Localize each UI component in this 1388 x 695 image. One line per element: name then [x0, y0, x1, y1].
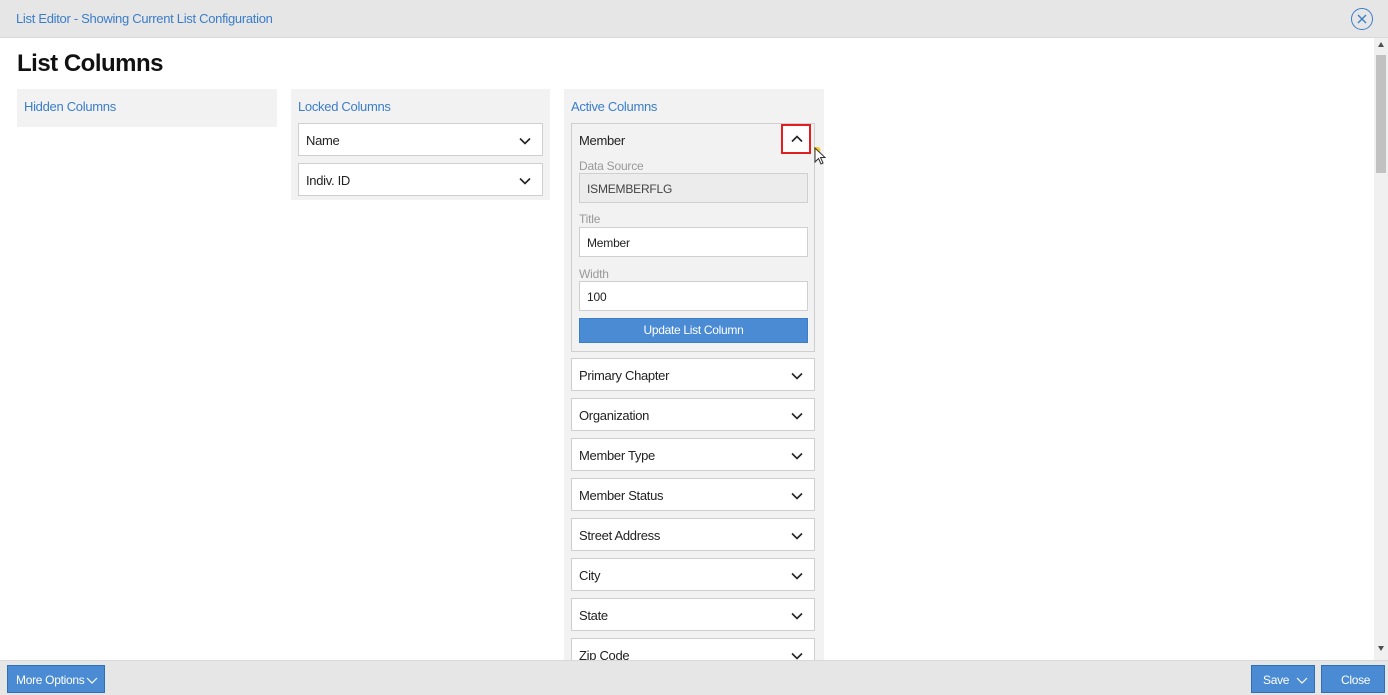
chevron-down-icon[interactable] [518, 134, 532, 148]
scroll-down-arrow-icon[interactable] [1378, 646, 1384, 651]
active-column-item[interactable]: Member Type [571, 438, 815, 471]
column-label: State [579, 608, 608, 623]
data-source-field: ISMEMBERFLG [579, 173, 808, 203]
expanded-column-label: Member [579, 133, 625, 148]
width-input[interactable]: 100 [579, 281, 808, 311]
page-title: List Columns [17, 50, 164, 77]
hidden-columns-title: Hidden Columns [24, 99, 116, 114]
more-options-button[interactable]: More Options [7, 665, 105, 693]
active-column-item[interactable]: State [571, 598, 815, 631]
close-label: Close [1341, 673, 1371, 687]
data-source-label: Data Source [579, 159, 644, 173]
locked-columns-title: Locked Columns [298, 99, 391, 114]
column-label: Street Address [579, 528, 661, 543]
width-label: Width [579, 267, 609, 281]
scrollbar-thumb[interactable] [1376, 55, 1386, 173]
active-column-item[interactable]: Member Status [571, 478, 815, 511]
mouse-pointer-icon [814, 147, 827, 165]
title-input[interactable]: Member [579, 227, 808, 257]
column-label: Organization [579, 408, 650, 423]
collapse-column-button[interactable] [781, 124, 811, 154]
active-column-item[interactable]: City [571, 558, 815, 591]
chevron-down-icon[interactable] [790, 649, 804, 660]
save-button[interactable]: Save [1251, 665, 1315, 693]
locked-columns-panel: Locked Columns Name Indiv. ID [291, 89, 550, 200]
chevron-down-icon[interactable] [790, 449, 804, 463]
column-label: Primary Chapter [579, 368, 670, 383]
column-label: Member Type [579, 448, 655, 463]
scroll-up-arrow-icon[interactable] [1378, 42, 1384, 47]
column-label: Indiv. ID [306, 173, 351, 188]
chevron-down-icon [1296, 677, 1308, 684]
chevron-down-icon[interactable] [790, 569, 804, 583]
footer-bar: More Options Save Close [0, 660, 1388, 695]
locked-column-item-indiv-id[interactable]: Indiv. ID [298, 163, 543, 196]
active-column-item[interactable]: Primary Chapter [571, 358, 815, 391]
active-column-item[interactable]: Street Address [571, 518, 815, 551]
chevron-down-icon[interactable] [790, 609, 804, 623]
save-label: Save [1263, 673, 1290, 687]
column-label: Zip Code [579, 648, 630, 660]
close-circle-icon[interactable] [1351, 8, 1373, 30]
chevron-down-icon[interactable] [518, 174, 532, 188]
hidden-columns-panel: Hidden Columns [17, 89, 277, 127]
more-options-label: More Options [16, 673, 85, 687]
main-content: List Columns Hidden Columns Locked Colum… [0, 38, 1374, 660]
chevron-down-icon[interactable] [790, 369, 804, 383]
chevron-down-icon[interactable] [790, 489, 804, 503]
update-list-column-button[interactable]: Update List Column [579, 318, 808, 343]
expanded-column-member: Member Data Source ISMEMBERFLG Title Mem… [571, 123, 827, 352]
window-titlebar: List Editor - Showing Current List Confi… [0, 0, 1388, 38]
active-column-item[interactable]: Organization [571, 398, 815, 431]
active-columns-title: Active Columns [571, 99, 658, 114]
chevron-down-icon [86, 677, 98, 684]
column-label: Member Status [579, 488, 664, 503]
chevron-down-icon[interactable] [790, 409, 804, 423]
close-button[interactable]: Close [1321, 665, 1385, 693]
active-column-item[interactable]: Zip Code [571, 638, 815, 660]
vertical-scrollbar[interactable] [1374, 38, 1388, 660]
column-label: City [579, 568, 601, 583]
column-label: Name [306, 133, 340, 148]
active-columns-panel: Active Columns Member Data Source ISMEMB… [564, 89, 827, 660]
window-title: List Editor - Showing Current List Confi… [16, 11, 273, 26]
title-label: Title [579, 212, 601, 226]
locked-column-item-name[interactable]: Name [298, 123, 543, 156]
chevron-down-icon[interactable] [790, 529, 804, 543]
